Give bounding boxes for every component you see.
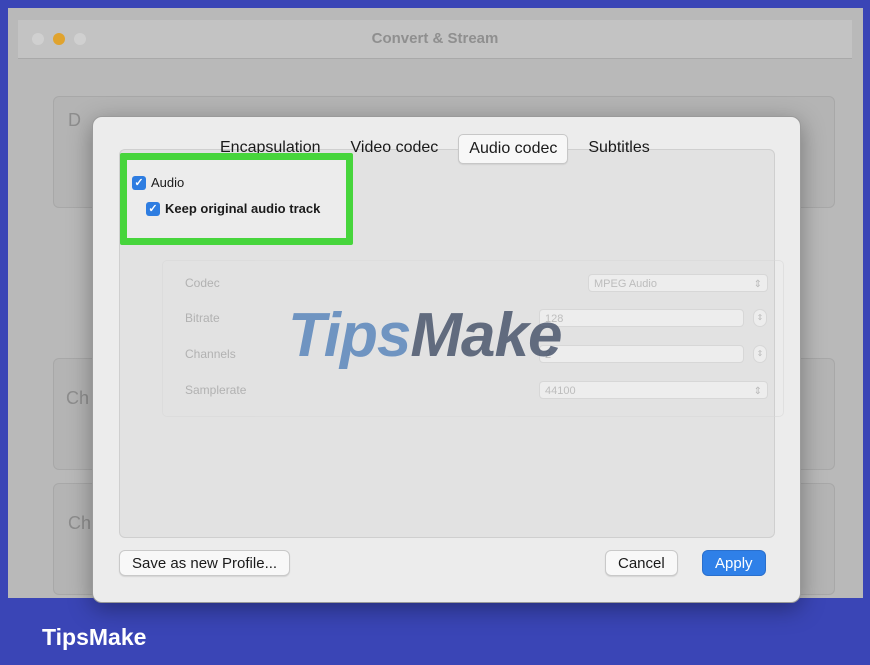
tab-video-codec[interactable]: Video codec bbox=[341, 134, 449, 162]
keep-original-audio-label: Keep original audio track bbox=[165, 201, 321, 216]
window-title-bar: Convert & Stream bbox=[18, 20, 852, 59]
codec-select[interactable]: MPEG Audio ⇕ bbox=[588, 274, 768, 292]
keep-original-audio-row[interactable]: ✓ Keep original audio track bbox=[146, 201, 320, 216]
audio-options-highlight: ✓ Audio ✓ Keep original audio track bbox=[120, 153, 353, 245]
codec-label: Codec bbox=[185, 276, 220, 290]
channels-field[interactable]: 2 bbox=[539, 345, 744, 363]
bitrate-field[interactable]: 128 bbox=[539, 309, 744, 327]
background-label-choose-2: Ch bbox=[68, 513, 92, 533]
watermark-part-2: Make bbox=[410, 301, 562, 370]
select-arrows-icon: ⇕ bbox=[753, 279, 762, 290]
select-arrows-icon: ⇕ bbox=[753, 386, 762, 397]
background-label-choose: Ch bbox=[66, 388, 90, 408]
audio-checkbox-label: Audio bbox=[151, 175, 185, 190]
tab-audio-codec[interactable]: Audio codec bbox=[458, 134, 569, 164]
keep-original-audio-checkbox[interactable]: ✓ bbox=[146, 201, 160, 216]
watermark-part-1: Tips bbox=[288, 301, 411, 370]
bitrate-stepper[interactable]: ⇕ bbox=[753, 309, 767, 327]
background-label-destination: D bbox=[68, 110, 81, 130]
samplerate-select[interactable]: 44100 ⇕ bbox=[539, 381, 768, 399]
channels-stepper[interactable]: ⇕ bbox=[753, 345, 767, 363]
bitrate-label: Bitrate bbox=[185, 311, 220, 325]
tipsmake-watermark: TipsMake bbox=[288, 300, 562, 371]
tab-subtitles[interactable]: Subtitles bbox=[578, 134, 659, 162]
audio-checkbox[interactable]: ✓ bbox=[132, 175, 146, 190]
save-as-new-profile-button[interactable]: Save as new Profile... bbox=[119, 550, 291, 576]
cancel-button[interactable]: Cancel bbox=[605, 550, 678, 576]
samplerate-value: 44100 bbox=[545, 385, 576, 397]
footer-brand: TipsMake bbox=[42, 624, 147, 650]
audio-checkbox-row[interactable]: ✓ Audio bbox=[132, 175, 184, 190]
samplerate-label: Samplerate bbox=[185, 383, 247, 397]
apply-button[interactable]: Apply bbox=[702, 550, 766, 576]
channels-label: Channels bbox=[185, 347, 236, 361]
window-title: Convert & Stream bbox=[371, 30, 499, 47]
codec-value: MPEG Audio bbox=[594, 278, 657, 290]
